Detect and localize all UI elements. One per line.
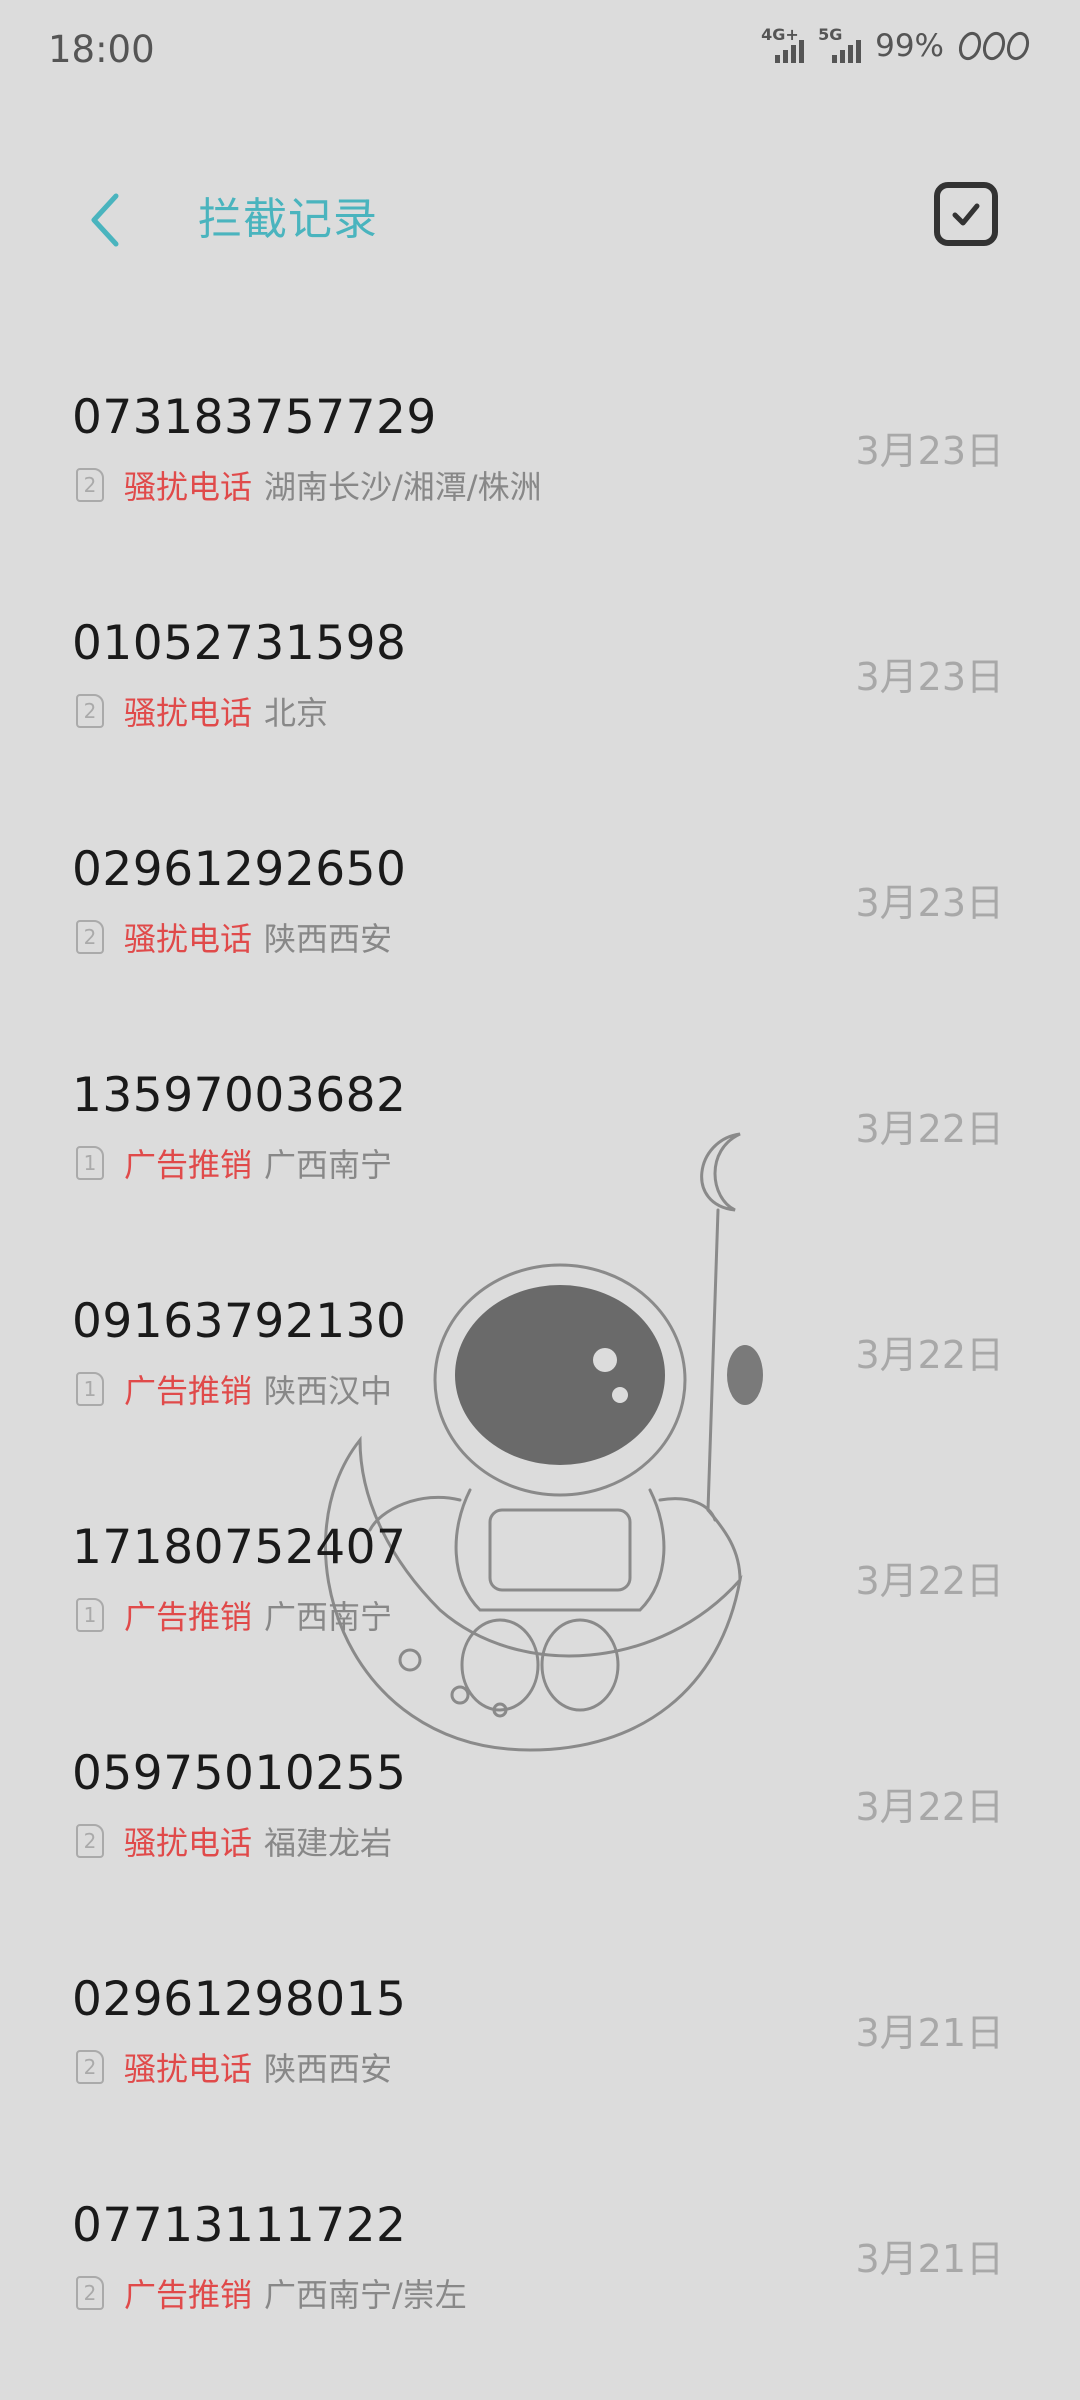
record-row[interactable]: 073183757729 2 骚扰电话 湖南长沙/湘潭/株洲 3月23日: [0, 360, 1080, 586]
sim-card-icon: 2: [76, 2050, 104, 2084]
status-time: 18:00: [48, 28, 155, 71]
sim1-signal-icon: 4G+: [761, 25, 805, 63]
block-category: 骚扰电话: [124, 920, 253, 958]
sim-card-icon: 2: [76, 1824, 104, 1858]
record-date: 3月22日: [855, 1333, 1004, 1377]
status-icons: 4G+ 5G 99%: [761, 25, 1030, 64]
block-category: 广告推销: [124, 1372, 253, 1410]
record-details: 2 骚扰电话 福建龙岩: [76, 1818, 392, 1864]
number-location: 北京: [264, 694, 329, 732]
phone-number: 09163792130: [72, 1294, 407, 1349]
block-category: 骚扰电话: [124, 1824, 253, 1862]
record-details: 2 骚扰电话 北京: [76, 688, 328, 734]
battery-percent: 99%: [875, 28, 944, 64]
number-location: 广西南宁: [264, 1146, 393, 1184]
phone-number: 02961298015: [72, 1972, 407, 2027]
sim1-network-type: 4G+: [761, 25, 799, 44]
record-details: 2 广告推销 广西南宁/崇左: [76, 2270, 467, 2316]
phone-number: 07713111722: [72, 2198, 407, 2253]
number-location: 广西南宁: [264, 1598, 393, 1636]
record-row[interactable]: 17180752407 1 广告推销 广西南宁 3月22日: [0, 1490, 1080, 1716]
page-title: 拦截记录: [198, 194, 378, 245]
record-row[interactable]: 02961298015 2 骚扰电话 陕西西安 3月21日: [0, 1942, 1080, 2168]
record-row[interactable]: 02961292650 2 骚扰电话 陕西西安 3月23日: [0, 812, 1080, 1038]
blocked-records-list: 073183757729 2 骚扰电话 湖南长沙/湘潭/株洲 3月23日 010…: [0, 360, 1080, 2394]
sim-card-icon: 1: [76, 1372, 104, 1406]
sim-card-icon: 1: [76, 1146, 104, 1180]
record-row[interactable]: 09163792130 1 广告推销 陕西汉中 3月22日: [0, 1264, 1080, 1490]
number-location: 广西南宁/崇左: [264, 2276, 467, 2314]
record-date: 3月21日: [855, 2011, 1004, 2055]
number-location: 陕西西安: [264, 2050, 393, 2088]
record-date: 3月22日: [855, 1107, 1004, 1151]
phone-number: 073183757729: [72, 390, 437, 445]
phone-number: 05975010255: [72, 1746, 407, 1801]
sim-card-icon: 2: [76, 2276, 104, 2310]
block-category: 广告推销: [124, 1598, 253, 1636]
sim-card-icon: 2: [76, 920, 104, 954]
block-category: 骚扰电话: [124, 468, 253, 506]
phone-number: 13597003682: [72, 1068, 407, 1123]
record-row[interactable]: 05975010255 2 骚扰电话 福建龙岩 3月22日: [0, 1716, 1080, 1942]
record-details: 2 骚扰电话 陕西西安: [76, 2044, 392, 2090]
record-date: 3月23日: [855, 655, 1004, 699]
sim-card-icon: 1: [76, 1598, 104, 1632]
status-bar: 18:00 4G+ 5G 99%: [0, 0, 1080, 104]
record-details: 1 广告推销 陕西汉中: [76, 1366, 392, 1412]
phone-number: 02961292650: [72, 842, 407, 897]
record-date: 3月21日: [855, 2237, 1004, 2281]
back-button[interactable]: [78, 190, 138, 250]
record-details: 2 骚扰电话 湖南长沙/湘潭/株洲: [76, 462, 542, 508]
header: 拦截记录: [0, 160, 1080, 280]
number-location: 陕西汉中: [264, 1372, 393, 1410]
record-row[interactable]: 01052731598 2 骚扰电话 北京 3月23日: [0, 586, 1080, 812]
checkbox-icon: [952, 203, 980, 226]
block-category: 广告推销: [124, 2276, 253, 2314]
record-details: 1 广告推销 广西南宁: [76, 1140, 392, 1186]
phone-number: 17180752407: [72, 1520, 407, 1575]
block-category: 骚扰电话: [124, 2050, 253, 2088]
battery-icon: [958, 30, 1030, 62]
number-location: 福建龙岩: [264, 1824, 393, 1862]
phone-number: 01052731598: [72, 616, 407, 671]
record-details: 2 骚扰电话 陕西西安: [76, 914, 392, 960]
multi-select-button[interactable]: [934, 182, 998, 246]
record-row[interactable]: 07713111722 2 广告推销 广西南宁/崇左 3月21日: [0, 2168, 1080, 2394]
record-date: 3月22日: [855, 1559, 1004, 1603]
record-details: 1 广告推销 广西南宁: [76, 1592, 392, 1638]
chevron-left-icon: [91, 193, 119, 247]
record-date: 3月22日: [855, 1785, 1004, 1829]
record-date: 3月23日: [855, 881, 1004, 925]
block-category: 广告推销: [124, 1146, 253, 1184]
sim2-signal-icon: 5G: [818, 25, 862, 63]
sim-card-icon: 2: [76, 694, 104, 728]
record-date: 3月23日: [855, 429, 1004, 473]
block-category: 骚扰电话: [124, 694, 253, 732]
sim2-network-type: 5G: [818, 25, 843, 44]
number-location: 陕西西安: [264, 920, 393, 958]
sim-card-icon: 2: [76, 468, 104, 502]
number-location: 湖南长沙/湘潭/株洲: [264, 468, 542, 506]
record-row[interactable]: 13597003682 1 广告推销 广西南宁 3月22日: [0, 1038, 1080, 1264]
